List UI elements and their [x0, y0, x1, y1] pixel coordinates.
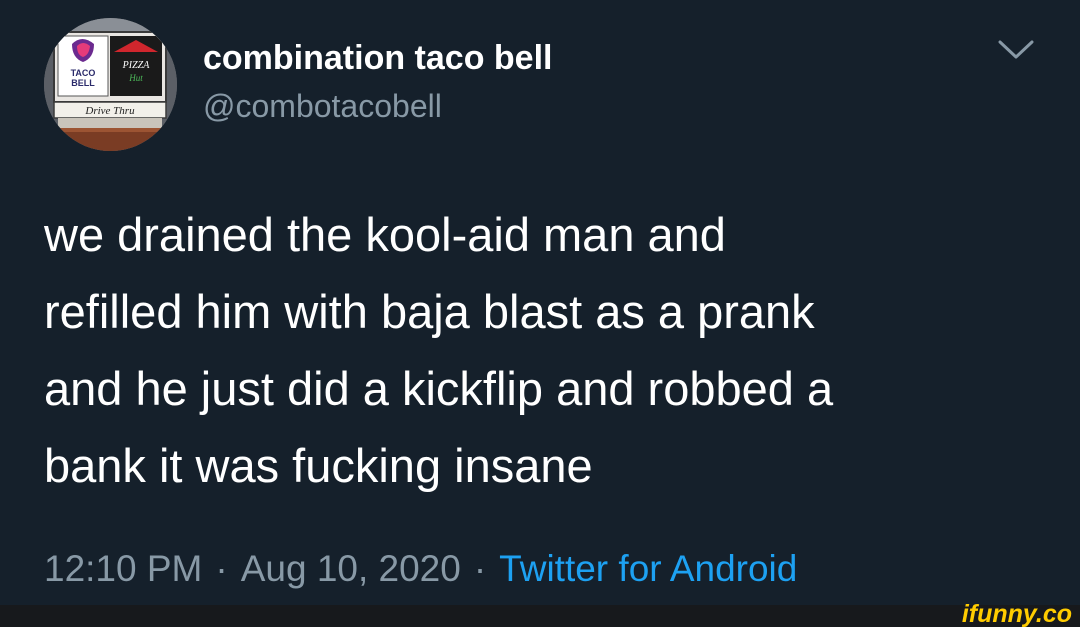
page: TACO BELL PIZZA Hut Drive Thru combinati… — [0, 0, 1080, 627]
watermark-bar — [0, 605, 1080, 627]
avatar[interactable]: TACO BELL PIZZA Hut Drive Thru — [44, 18, 177, 151]
meta-separator: · — [473, 548, 487, 589]
tweet-date[interactable]: Aug 10, 2020 — [241, 548, 461, 589]
avatar-sign-taco: TACO — [71, 68, 96, 78]
tweet-card: TACO BELL PIZZA Hut Drive Thru combinati… — [0, 0, 1080, 605]
avatar-image: TACO BELL PIZZA Hut Drive Thru — [44, 18, 177, 151]
tweet-text-line-2: refilled him with baja blast as a prank — [44, 285, 815, 338]
meta-separator: · — [215, 548, 228, 589]
tweet-text-line-3: and he just did a kickflip and robbed a — [44, 362, 834, 415]
author-handle[interactable]: @combotacobell — [203, 86, 442, 126]
tweet-body: we drained the kool-aid man and refilled… — [44, 196, 1054, 504]
avatar-sign-hut: Hut — [128, 73, 143, 83]
tweet-menu-button[interactable] — [997, 38, 1035, 62]
avatar-sign-pizza: PIZZA — [122, 60, 151, 71]
tweet-meta: 12:10 PM · Aug 10, 2020 · Twitter for Androi… — [44, 546, 797, 592]
avatar-sign-bell: BELL — [71, 78, 95, 88]
tweet-time[interactable]: 12:10 PM — [44, 548, 202, 589]
tweet-text-line-4: bank it was fucking insane — [44, 439, 593, 492]
ifunny-watermark: ifunny.co — [961, 600, 1072, 627]
tweet-text-line-1: we drained the kool-aid man and — [44, 208, 726, 261]
tweet-source-link[interactable]: Twitter for Android — [499, 548, 797, 589]
avatar-sign-drive-thru: Drive Thru — [84, 105, 135, 117]
author-display-name[interactable]: combination taco bell — [203, 37, 552, 79]
chevron-down-icon — [998, 40, 1034, 59]
